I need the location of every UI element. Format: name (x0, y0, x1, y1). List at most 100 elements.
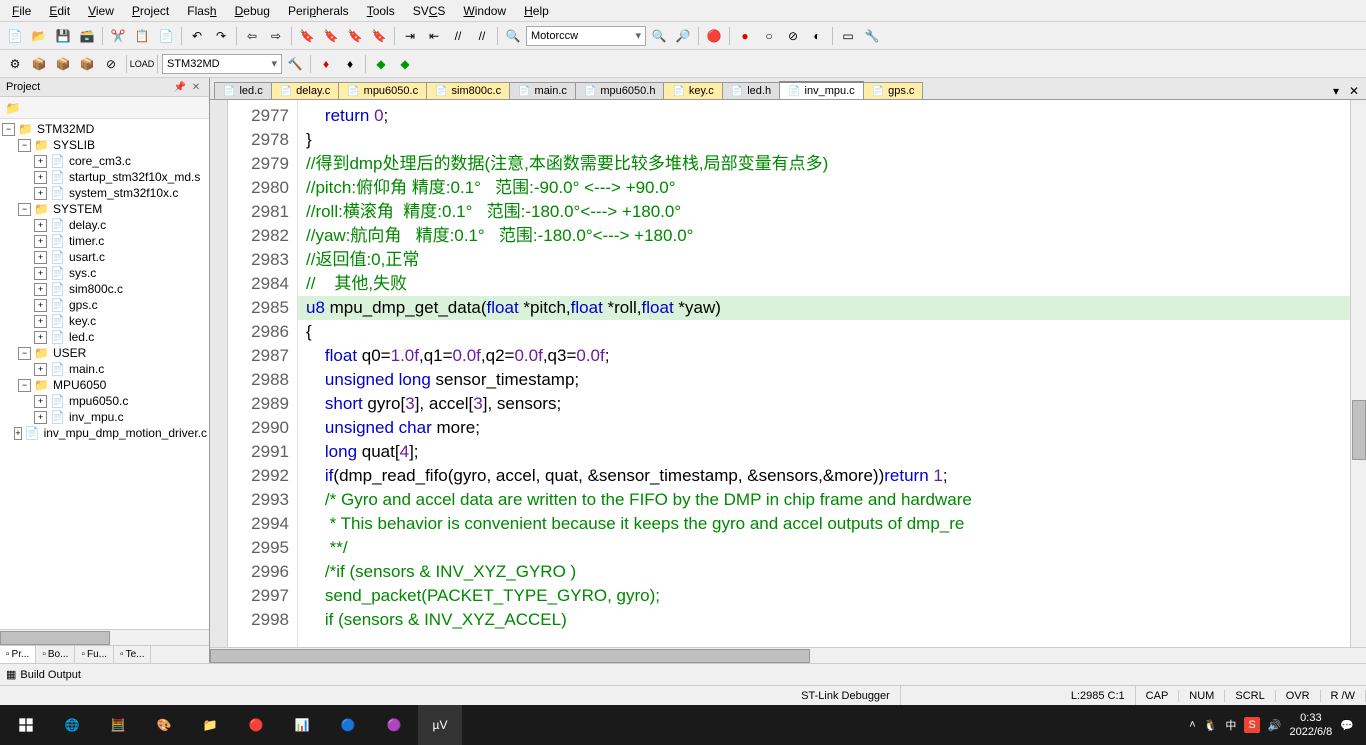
tree-file[interactable]: +📄mpu6050.c (2, 393, 207, 409)
new-file-button[interactable]: 📄 (4, 25, 26, 47)
code-line[interactable]: u8 mpu_dmp_get_data(float *pitch,float *… (298, 296, 1350, 320)
file-tab-inv_mpu-c[interactable]: 📄inv_mpu.c (779, 81, 864, 99)
menu-edit[interactable]: Edit (41, 2, 78, 19)
open-button[interactable]: 📂 (28, 25, 50, 47)
menu-view[interactable]: View (80, 2, 122, 19)
tree-toggle-icon[interactable]: + (34, 171, 47, 184)
tree-toggle-icon[interactable]: − (18, 203, 31, 216)
tree-toggle-icon[interactable]: + (34, 155, 47, 168)
target-dropdown[interactable]: Motorccw (526, 26, 646, 46)
start-button[interactable] (4, 705, 48, 745)
code-line[interactable]: // 其他,失败 (298, 272, 1350, 296)
breakpoint-disable-button[interactable]: ○ (758, 25, 780, 47)
tray-chevron-icon[interactable]: ˄ (1189, 719, 1195, 731)
tree-toggle-icon[interactable]: + (34, 267, 47, 280)
tree-toggle-icon[interactable]: + (34, 187, 47, 200)
build-button[interactable]: 📦 (28, 53, 50, 75)
file-tab-mpu6050-h[interactable]: 📄mpu6050.h (575, 82, 665, 99)
save-button[interactable]: 💾 (52, 25, 74, 47)
tray-volume-icon[interactable]: 🔊 (1268, 719, 1282, 732)
tree-file[interactable]: +📄inv_mpu.c (2, 409, 207, 425)
code-line[interactable]: if(dmp_read_fifo(gyro, accel, quat, &sen… (298, 464, 1350, 488)
tree-toggle-icon[interactable]: + (34, 315, 47, 328)
project-tree[interactable]: −📁STM32MD−📁SYSLIB+📄core_cm3.c+📄startup_s… (0, 119, 209, 629)
find-button[interactable]: 🔍 (502, 25, 524, 47)
project-tab[interactable]: ▫Fu... (75, 646, 114, 663)
tree-toggle-icon[interactable]: + (34, 283, 47, 296)
taskbar-app2-icon[interactable]: 🟣 (372, 705, 416, 745)
tab-dropdown-button[interactable]: ▾ (1328, 83, 1344, 99)
tree-group-user[interactable]: −📁USER (2, 345, 207, 361)
editor-v-scrollbar[interactable] (1350, 100, 1366, 647)
outdent-button[interactable]: ⇤ (423, 25, 445, 47)
find-in-files-button[interactable]: 🔍 (648, 25, 670, 47)
tree-toggle-icon[interactable]: + (34, 219, 47, 232)
menu-window[interactable]: Window (455, 2, 514, 19)
code-line[interactable]: long quat[4]; (298, 440, 1350, 464)
code-line[interactable]: unsigned long sensor_timestamp; (298, 368, 1350, 392)
tree-toggle-icon[interactable]: − (18, 379, 31, 392)
menu-help[interactable]: Help (516, 2, 557, 19)
copy-button[interactable]: 📋 (131, 25, 153, 47)
download-button[interactable]: LOAD (131, 53, 153, 75)
tree-toggle-icon[interactable]: − (18, 139, 31, 152)
taskbar-edge-icon[interactable]: 🌐 (50, 705, 94, 745)
menu-flash[interactable]: Flash (179, 2, 224, 19)
project-tab[interactable]: ▫Te... (114, 646, 151, 663)
device-target-dropdown[interactable]: STM32MD (162, 54, 282, 74)
target-options-button[interactable]: 🔨 (284, 53, 306, 75)
tree-toggle-icon[interactable]: + (34, 331, 47, 344)
tree-file[interactable]: +📄sim800c.c (2, 281, 207, 297)
rebuild-button[interactable]: 📦 (52, 53, 74, 75)
redo-button[interactable]: ↷ (210, 25, 232, 47)
bookmark-prev-button[interactable]: 🔖 (320, 25, 342, 47)
tree-group-system[interactable]: −📁SYSTEM (2, 201, 207, 217)
file-tab-delay-c[interactable]: 📄delay.c (271, 82, 340, 99)
build-batch-button[interactable]: 📦 (76, 53, 98, 75)
tree-toggle-icon[interactable]: + (34, 251, 47, 264)
manage-project-button[interactable]: ♦ (315, 53, 337, 75)
taskbar-excel-icon[interactable]: 📊 (280, 705, 324, 745)
tree-file[interactable]: +📄startup_stm32f10x_md.s (2, 169, 207, 185)
nav-back-button[interactable]: ⇦ (241, 25, 263, 47)
tray-clock[interactable]: 0:33 2022/6/8 (1289, 711, 1332, 739)
code-line[interactable]: //返回值:0,正常 (298, 248, 1350, 272)
file-tab-led-h[interactable]: 📄led.h (722, 82, 780, 99)
bookmark-next-button[interactable]: 🔖 (344, 25, 366, 47)
code-line[interactable]: **/ (298, 536, 1350, 560)
tree-file[interactable]: +📄gps.c (2, 297, 207, 313)
tree-toggle-icon[interactable]: − (18, 347, 31, 360)
bookmark-button[interactable]: 🔖 (296, 25, 318, 47)
tray-ime-label[interactable]: 中 (1225, 717, 1236, 733)
tree-file[interactable]: +📄led.c (2, 329, 207, 345)
fold-column[interactable] (210, 100, 228, 647)
tray-sogou-icon[interactable]: S (1244, 717, 1259, 733)
file-tab-key-c[interactable]: 📄key.c (663, 82, 722, 99)
menu-file[interactable]: File (4, 2, 39, 19)
debug-button[interactable]: 🔴 (703, 25, 725, 47)
save-all-button[interactable]: 🗃️ (76, 25, 98, 47)
code-editor[interactable]: 2977297829792980298129822983298429852986… (210, 100, 1366, 647)
incremental-find-button[interactable]: 🔎 (672, 25, 694, 47)
code-line[interactable]: //roll:横滚角 精度:0.1° 范围:-180.0°<---> +180.… (298, 200, 1350, 224)
file-tab-sim800c-c[interactable]: 📄sim800c.c (426, 82, 510, 99)
breakpoint-button[interactable]: ● (734, 25, 756, 47)
taskbar-chrome-icon[interactable]: 🔴 (234, 705, 278, 745)
menu-tools[interactable]: Tools (359, 2, 403, 19)
tree-file[interactable]: +📄main.c (2, 361, 207, 377)
tree-group-mpu6050[interactable]: −📁MPU6050 (2, 377, 207, 393)
tree-toggle-icon[interactable]: + (34, 411, 47, 424)
menu-peripherals[interactable]: Peripherals (280, 2, 357, 19)
code-line[interactable]: short gyro[3], accel[3], sensors; (298, 392, 1350, 416)
panel-pin-icon[interactable]: 📌 (173, 80, 187, 94)
project-tab[interactable]: ▫Bo... (36, 646, 75, 663)
editor-h-scrollbar[interactable] (210, 647, 1366, 663)
code-line[interactable]: return 0; (298, 104, 1350, 128)
panel-close-icon[interactable]: ✕ (189, 80, 203, 94)
tray-qq-icon[interactable]: 🐧 (1204, 719, 1218, 732)
tree-file[interactable]: +📄inv_mpu_dmp_motion_driver.c (2, 425, 207, 441)
menu-svcs[interactable]: SVCS (405, 2, 454, 19)
tree-toggle-icon[interactable]: + (34, 299, 47, 312)
taskbar-explorer-icon[interactable]: 📁 (188, 705, 232, 745)
paste-button[interactable]: 📄 (155, 25, 177, 47)
